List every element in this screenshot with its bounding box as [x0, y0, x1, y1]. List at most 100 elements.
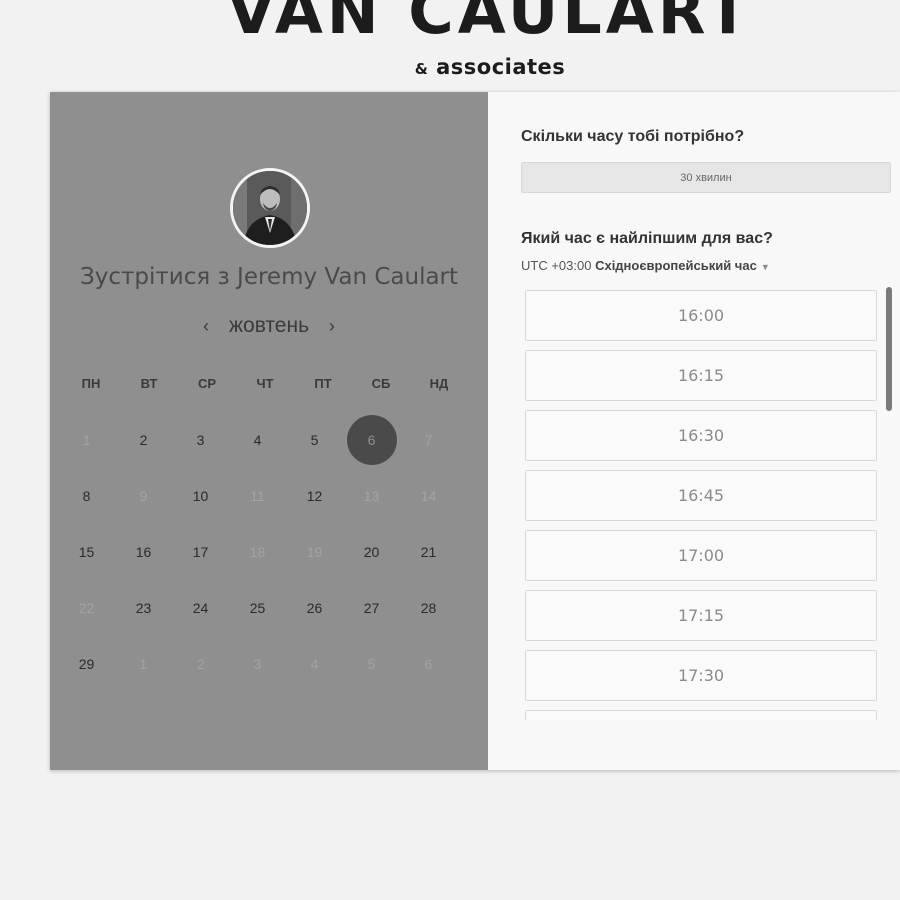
- calendar-day: 1: [58, 412, 115, 468]
- calendar-week: 29 1 2 3 4 5 6: [58, 636, 478, 692]
- calendar-day-number: 3: [196, 432, 205, 448]
- weekday-label: ПН: [81, 376, 101, 391]
- brand-logo-title: VAN CAULART: [227, 0, 753, 48]
- calendar-day[interactable]: 12: [286, 468, 343, 524]
- weekday-label: НД: [429, 376, 449, 391]
- month-navigation: ‹ жовтень ›: [50, 314, 488, 338]
- calendar-day-number: 16: [135, 544, 152, 560]
- calendar-day-number: 2: [196, 656, 205, 672]
- scheduling-pane: Скільки часу тобі потрібно? 30 хвилин Як…: [488, 92, 900, 770]
- calendar-day[interactable]: 21: [400, 524, 457, 580]
- calendar-day-number: 1: [82, 432, 91, 448]
- calendar-day-selected[interactable]: 6: [343, 412, 400, 468]
- calendar-day: 18: [229, 524, 286, 580]
- weekday-label: ЧТ: [256, 376, 274, 391]
- caret-down-icon: ▼: [760, 262, 770, 272]
- time-slot-button[interactable]: 16:15: [525, 350, 877, 401]
- host-heading-prefix: Зустрітися з: [79, 264, 230, 290]
- calendar-day: 3: [229, 636, 286, 692]
- calendar-day: 9: [115, 468, 172, 524]
- calendar-day-number: 1: [139, 656, 148, 672]
- host-name: Jeremy Van Caulart: [237, 264, 459, 290]
- calendar-pane: Зустрітися з Jeremy Van Caulart ‹ жовтен…: [50, 92, 488, 770]
- calendar-day[interactable]: 24: [172, 580, 229, 636]
- calendar-day-number: 21: [420, 544, 437, 560]
- brand-ampersand: &: [414, 60, 429, 78]
- calendar-day-number: 19: [306, 544, 323, 560]
- calendar-day[interactable]: 17: [172, 524, 229, 580]
- calendar-day[interactable]: 10: [172, 468, 229, 524]
- weekday-label: ПТ: [314, 376, 332, 391]
- calendar-day-number: 18: [249, 544, 266, 560]
- calendar-day[interactable]: 16: [115, 524, 172, 580]
- calendar-day[interactable]: 15: [58, 524, 115, 580]
- weekday-label: СР: [197, 376, 217, 391]
- time-slot-button[interactable]: 16:30: [525, 410, 877, 461]
- duration-select[interactable]: 30 хвилин: [521, 162, 891, 193]
- timezone-select[interactable]: UTC +03:00 Східноєвропейський час ▼: [521, 258, 770, 273]
- calendar-day-number: 25: [249, 600, 266, 616]
- calendar-day-number: 29: [78, 656, 95, 672]
- calendar-day-number: 9: [139, 488, 148, 504]
- calendar-day[interactable]: 25: [229, 580, 286, 636]
- calendar-day[interactable]: 26: [286, 580, 343, 636]
- calendar-day-number: 3: [253, 656, 262, 672]
- time-slot-button[interactable]: 17:15: [525, 590, 877, 641]
- scrollbar[interactable]: [886, 287, 892, 411]
- calendar-day-number: 13: [363, 488, 380, 504]
- timezone-name: Східноєвропейський час: [595, 258, 757, 273]
- host-photo-icon: [233, 171, 307, 245]
- calendar-day-number: 12: [306, 488, 323, 504]
- calendar-day[interactable]: 29: [58, 636, 115, 692]
- calendar-day-number: 14: [420, 488, 437, 504]
- calendar-day[interactable]: 27: [343, 580, 400, 636]
- brand-logo-subtitle: & associates: [0, 55, 900, 79]
- calendar-day-number: 5: [367, 656, 376, 672]
- calendar-day-number: 20: [363, 544, 380, 560]
- calendar-day[interactable]: 5: [286, 412, 343, 468]
- calendar-day: 22: [58, 580, 115, 636]
- calendar-day-number: 5: [310, 432, 319, 448]
- time-slot-button[interactable]: 17:00: [525, 530, 877, 581]
- calendar-day: 4: [286, 636, 343, 692]
- time-slot-button[interactable]: 16:00: [525, 290, 877, 341]
- calendar-week: 8 9 10 11 12 13 14: [58, 468, 478, 524]
- host-heading: Зустрітися з Jeremy Van Caulart: [50, 264, 488, 290]
- weekday-header: ПН ВТ СР ЧТ ПТ СБ НД: [62, 376, 482, 391]
- calendar-week: 15 16 17 18 19 20 21: [58, 524, 478, 580]
- month-label: жовтень: [228, 314, 310, 337]
- calendar-day[interactable]: 23: [115, 580, 172, 636]
- time-slot-button[interactable]: 16:45: [525, 470, 877, 521]
- calendar-day[interactable]: 2: [115, 412, 172, 468]
- calendar-day: 19: [286, 524, 343, 580]
- calendar-day-number: 10: [192, 488, 209, 504]
- calendar-day[interactable]: 20: [343, 524, 400, 580]
- chevron-right-icon[interactable]: ›: [319, 316, 345, 337]
- calendar-day-number: 6: [346, 415, 397, 465]
- calendar-day-number: 4: [253, 432, 262, 448]
- calendar-day-number: 11: [250, 488, 265, 504]
- timezone-offset: UTC +03:00: [521, 258, 592, 273]
- calendar-day-number: 7: [424, 432, 433, 448]
- calendar-day: 2: [172, 636, 229, 692]
- calendar-day: 5: [343, 636, 400, 692]
- time-slot-button[interactable]: [525, 710, 877, 720]
- chevron-left-icon[interactable]: ‹: [193, 316, 219, 337]
- calendar-day[interactable]: 8: [58, 468, 115, 524]
- calendar-day: 7: [400, 412, 457, 468]
- time-slot-button[interactable]: 17:30: [525, 650, 877, 701]
- calendar-day: 14: [400, 468, 457, 524]
- avatar: [230, 168, 310, 248]
- weekday-label: СБ: [371, 376, 391, 391]
- calendar-day[interactable]: 28: [400, 580, 457, 636]
- time-slot-list[interactable]: 16:00 16:15 16:30 16:45 17:00 17:15 17:30: [525, 290, 879, 720]
- booking-card: Зустрітися з Jeremy Van Caulart ‹ жовтен…: [50, 92, 900, 770]
- calendar-day: 11: [229, 468, 286, 524]
- calendar-day-number: 8: [82, 488, 91, 504]
- calendar-day-number: 2: [139, 432, 148, 448]
- calendar-day-number: 15: [78, 544, 95, 560]
- calendar-day-number: 6: [424, 656, 433, 672]
- calendar-day[interactable]: 4: [229, 412, 286, 468]
- calendar-day-number: 26: [306, 600, 323, 616]
- calendar-day[interactable]: 3: [172, 412, 229, 468]
